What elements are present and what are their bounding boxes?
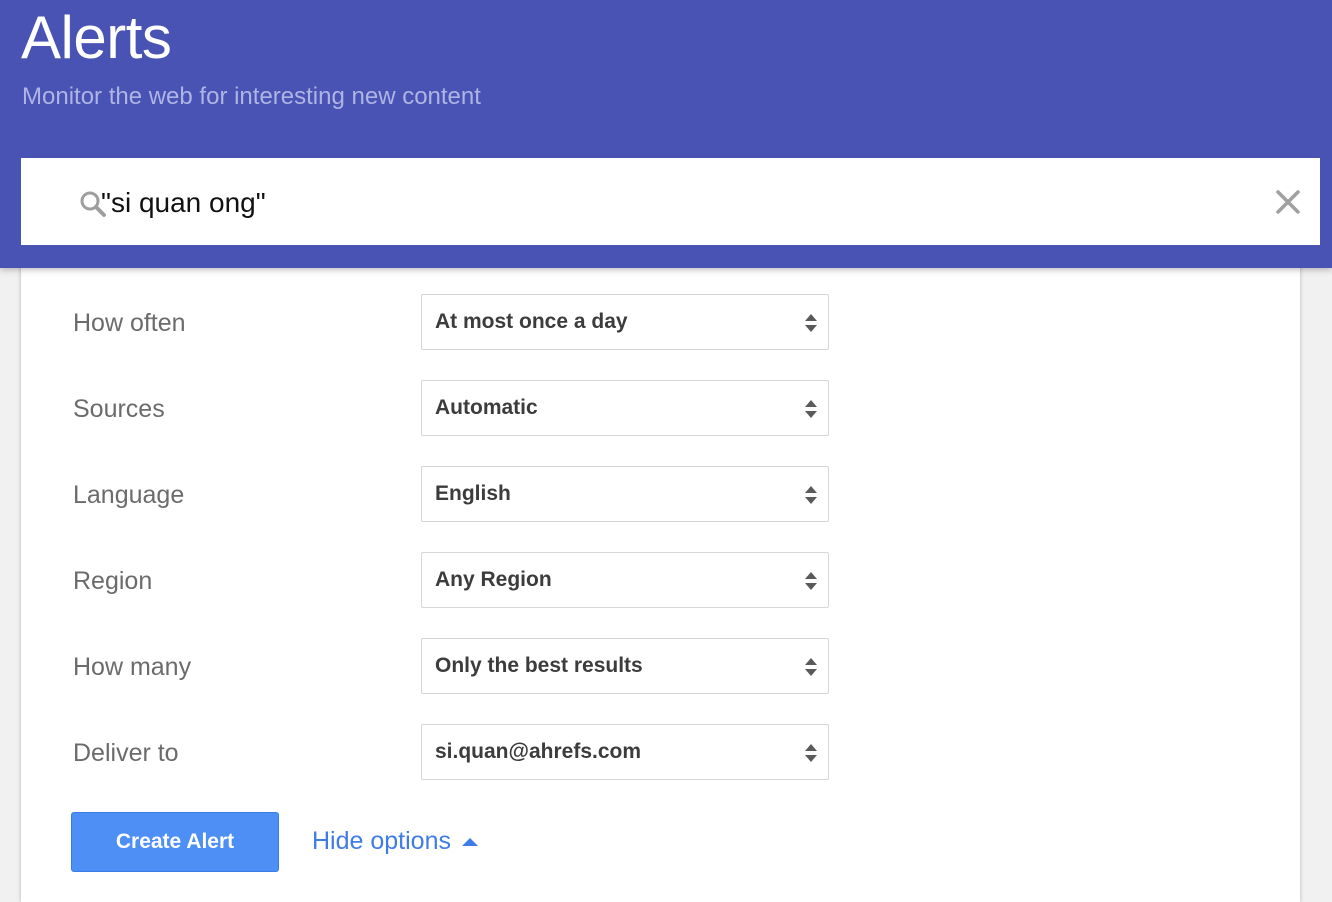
sources-label: Sources [73, 395, 165, 423]
deliver-to-label: Deliver to [73, 739, 179, 767]
deliver-to-value: si.quan@ahrefs.com [435, 740, 642, 763]
up-down-arrows-icon [805, 400, 817, 418]
how-many-value: Only the best results [435, 654, 643, 677]
option-row-how-often: How often At most once a day [21, 294, 1300, 352]
close-icon[interactable] [1274, 188, 1302, 216]
up-down-arrows-icon [805, 314, 817, 332]
caret-up-icon[interactable] [461, 837, 479, 847]
region-select[interactable]: Any Region [421, 552, 829, 608]
how-often-select[interactable]: At most once a day [421, 294, 829, 350]
option-row-how-many: How many Only the best results [21, 638, 1300, 696]
sources-select[interactable]: Automatic [421, 380, 829, 436]
app-header: Alerts Monitor the web for interesting n… [0, 0, 1332, 268]
search-bar[interactable] [21, 158, 1320, 245]
deliver-to-select[interactable]: si.quan@ahrefs.com [421, 724, 829, 780]
language-label: Language [73, 481, 185, 509]
how-often-value: At most once a day [435, 310, 628, 333]
language-select[interactable]: English [421, 466, 829, 522]
create-alert-button[interactable]: Create Alert [71, 812, 279, 872]
region-value: Any Region [435, 568, 552, 591]
sources-value: Automatic [435, 396, 538, 419]
alert-options-panel: How often At most once a day Sources Aut… [21, 248, 1300, 902]
up-down-arrows-icon [805, 744, 817, 762]
search-input[interactable] [101, 186, 1201, 220]
up-down-arrows-icon [805, 486, 817, 504]
language-value: English [435, 482, 511, 505]
option-row-deliver-to: Deliver to si.quan@ahrefs.com [21, 724, 1300, 782]
up-down-arrows-icon [805, 572, 817, 590]
page-title: Alerts [21, 4, 172, 71]
page-subtitle: Monitor the web for interesting new cont… [22, 83, 481, 110]
how-many-label: How many [73, 653, 192, 681]
how-many-select[interactable]: Only the best results [421, 638, 829, 694]
up-down-arrows-icon [805, 658, 817, 676]
option-row-region: Region Any Region [21, 552, 1300, 610]
hide-options-link[interactable]: Hide options [312, 826, 451, 856]
how-often-label: How often [73, 309, 186, 337]
region-label: Region [73, 567, 153, 595]
option-row-language: Language English [21, 466, 1300, 524]
option-row-sources: Sources Automatic [21, 380, 1300, 438]
